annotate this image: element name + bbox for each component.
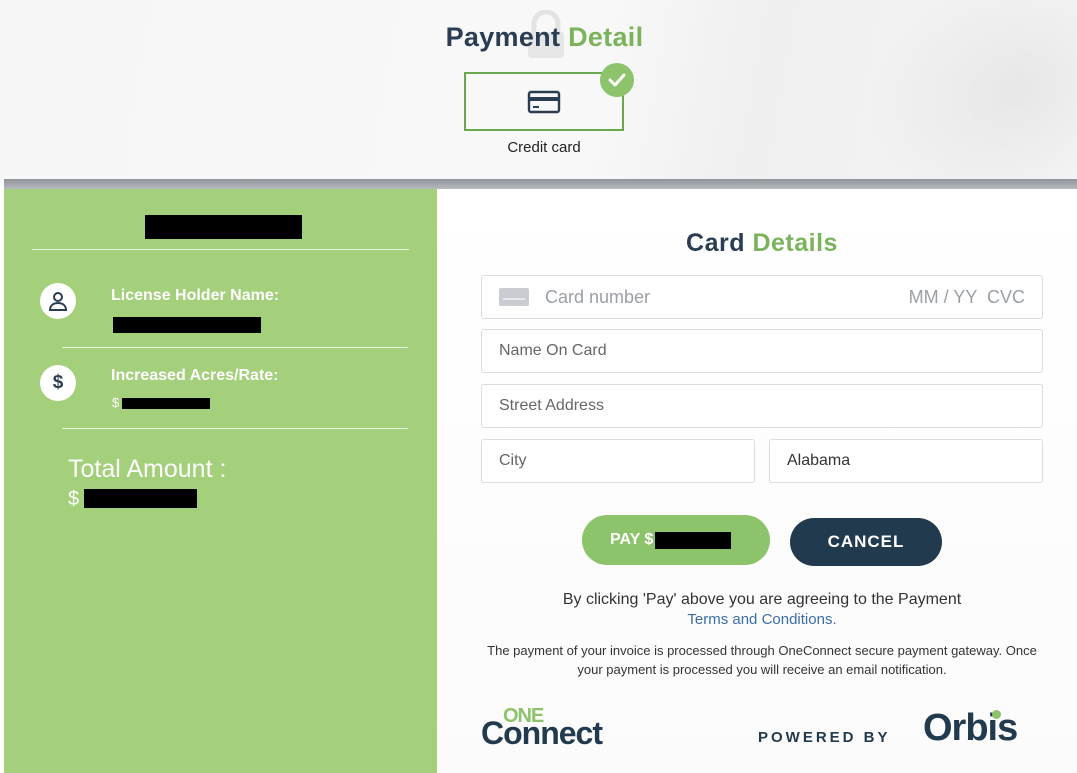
powered-by-text: POWERED BY — [758, 729, 891, 746]
oneconnect-logo: ONE Connect — [481, 705, 651, 765]
increased-acres-label: Increased Acres/Rate: — [111, 367, 279, 384]
user-icon — [40, 283, 76, 319]
city-input[interactable]: City — [481, 439, 755, 483]
orbis-logo: Orbis — [923, 707, 1018, 749]
redacted-total-amount — [84, 489, 197, 508]
card-details-title-accent: Details — [752, 229, 838, 257]
logo-connect-text: Connect — [481, 715, 603, 751]
redacted-increased-acres — [122, 398, 210, 409]
page-title: Payment Detail — [0, 22, 1077, 53]
card-number-input[interactable]: Card number MM / YY CVC — [481, 275, 1043, 319]
expiry-cvc-placeholder[interactable]: MM / YY CVC — [909, 287, 1025, 308]
card-details-panel: Card Details Card number MM / YY CVC Nam… — [437, 189, 1077, 773]
orbis-logo-dot — [992, 710, 1001, 719]
page-title-main: Payment — [445, 22, 561, 52]
redacted-license-holder — [113, 317, 261, 333]
check-circle-icon — [600, 63, 634, 97]
city-placeholder: City — [499, 452, 527, 469]
summary-divider — [32, 249, 409, 250]
page-title-accent: Detail — [568, 22, 644, 52]
cancel-button[interactable]: CANCEL — [790, 518, 942, 566]
redacted-pay-amount — [655, 531, 732, 549]
pay-button-label: PAY $ — [610, 531, 654, 548]
street-address-placeholder: Street Address — [499, 397, 604, 414]
total-amount-prefix: $ — [68, 488, 80, 510]
redacted-account-name — [145, 215, 302, 239]
terms-and-conditions-link[interactable]: Terms and Conditions. — [477, 610, 1047, 630]
dollar-icon: $ — [40, 365, 76, 401]
name-on-card-input[interactable]: Name On Card — [481, 329, 1043, 373]
gateway-notice: The payment of your invoice is processed… — [487, 643, 1037, 677]
license-holder-label: License Holder Name: — [111, 287, 280, 304]
credit-card-icon — [527, 90, 561, 113]
order-summary-panel: License Holder Name: $ Increased Acres/R… — [4, 189, 437, 773]
agreement-text: By clicking 'Pay' above you are agreeing… — [562, 591, 962, 608]
increased-acres-prefix: $ — [112, 395, 120, 410]
card-brand-icon — [499, 288, 529, 306]
header-divider — [4, 179, 1077, 189]
name-on-card-placeholder: Name On Card — [499, 342, 607, 359]
total-amount-label: Total Amount : — [68, 455, 227, 483]
card-details-title: Card Details — [437, 229, 1077, 258]
cancel-button-label: CANCEL — [827, 532, 905, 551]
summary-divider — [62, 347, 408, 348]
state-value: Alabama — [787, 452, 851, 469]
state-select[interactable]: Alabama — [769, 439, 1043, 483]
card-number-placeholder: Card number — [545, 286, 651, 307]
pay-button[interactable]: PAY $ — [582, 515, 770, 565]
street-address-input[interactable]: Street Address — [481, 384, 1043, 428]
payment-header: Payment Detail Credit card — [0, 0, 1077, 180]
card-details-title-main: Card — [686, 229, 746, 257]
summary-divider — [62, 428, 408, 429]
payment-method-label: Credit card — [507, 139, 581, 156]
